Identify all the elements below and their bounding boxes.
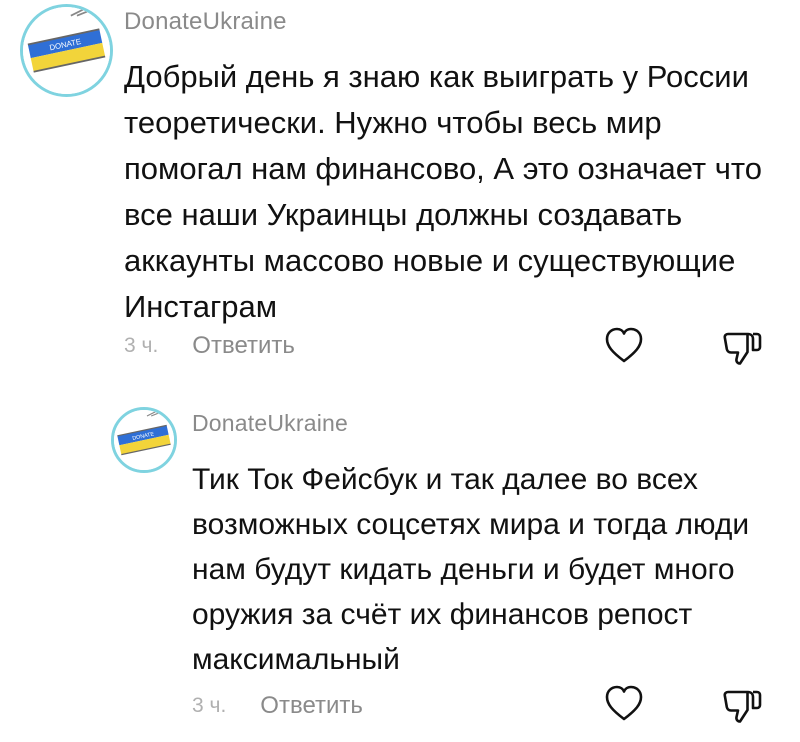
donate-logo-icon: DONATE: [114, 410, 174, 470]
comment-text: Добрый день я знаю как выиграть у России…: [124, 59, 762, 324]
thumbs-down-icon[interactable]: [720, 684, 764, 728]
avatar[interactable]: DONATE: [20, 4, 113, 97]
comment-username[interactable]: DonateUkraine: [192, 410, 348, 437]
heart-icon[interactable]: [602, 682, 646, 726]
comment-username[interactable]: DonateUkraine: [124, 8, 287, 36]
donate-logo-icon: DONATE: [23, 7, 110, 94]
reply-button[interactable]: Ответить: [260, 692, 363, 720]
comment-meta: 3 ч. Ответить: [124, 332, 295, 360]
comment-text: Тик Ток Фейсбук и так далее во всех возм…: [192, 463, 750, 676]
comment-meta: 3 ч. Ответить: [192, 692, 363, 720]
reply-comment: DONATE DonateUkraine Тик Ток Фейсбук и т…: [0, 380, 800, 742]
comment-time: 3 ч.: [192, 694, 227, 717]
comment: DONATE DonateUkraine Добрый день я знаю …: [0, 0, 800, 380]
thumbs-down-icon[interactable]: [720, 326, 764, 370]
reply-button[interactable]: Ответить: [192, 332, 295, 360]
heart-icon[interactable]: [602, 324, 646, 368]
avatar[interactable]: DONATE: [111, 407, 177, 473]
comment-time: 3 ч.: [124, 334, 159, 357]
